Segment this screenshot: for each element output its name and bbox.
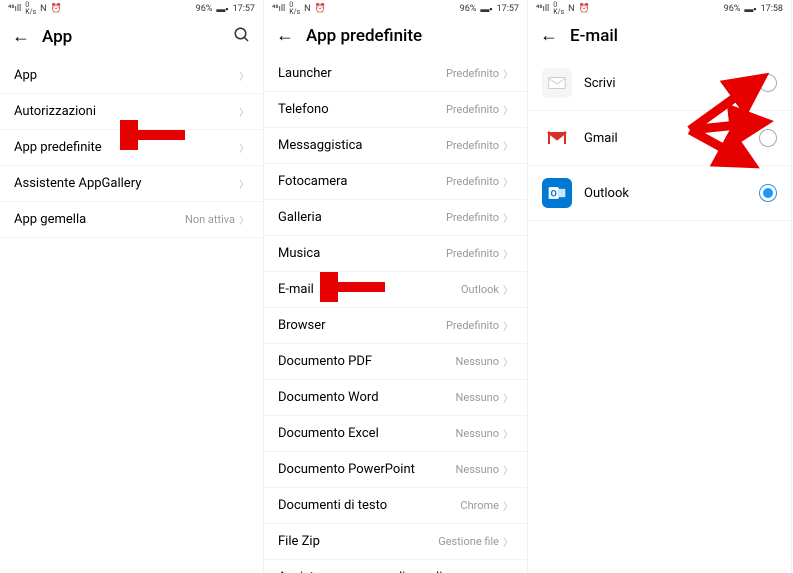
page-title: App	[42, 27, 221, 47]
status-bar: ⁴⁶ıll 0K/s N ⏰ 96% ▬▪ 17:58	[528, 0, 791, 18]
list-item-galleria[interactable]: GalleriaPredefinito〉	[264, 200, 527, 236]
clock: 17:57	[497, 4, 519, 14]
header: ← App predefinite	[264, 18, 527, 56]
signal-icon: ⁴⁶ıll	[536, 4, 549, 14]
chevron-right-icon: 〉	[503, 246, 513, 261]
chevron-right-icon: 〉	[239, 68, 249, 83]
list-item-assistente-appgallery[interactable]: Assistente AppGallery〉	[0, 166, 263, 202]
list-item-word[interactable]: Documento WordNessuno〉	[264, 380, 527, 416]
battery-percent: 96%	[196, 4, 213, 14]
chevron-right-icon: 〉	[503, 390, 513, 405]
annotation-arrow	[120, 120, 190, 150]
gmail-app-icon	[542, 123, 572, 153]
status-bar: ⁴⁶ıll 0K/s N ⏰ 96% ▬▪ 17:57	[0, 0, 263, 18]
list-item-launcher[interactable]: LauncherPredefinito〉	[264, 56, 527, 92]
clock: 17:57	[233, 4, 255, 14]
chevron-right-icon: 〉	[503, 210, 513, 225]
chevron-right-icon: 〉	[503, 138, 513, 153]
battery-icon: ▬▪	[480, 4, 492, 15]
list-item-powerpoint[interactable]: Documento PowerPointNessuno〉	[264, 452, 527, 488]
list-item-zip[interactable]: File ZipGestione file〉	[264, 524, 527, 560]
scrivi-app-icon	[542, 68, 572, 98]
page-title: E-mail	[570, 26, 779, 46]
battery-icon: ▬▪	[744, 4, 756, 15]
chevron-right-icon: 〉	[239, 104, 249, 119]
chevron-right-icon: 〉	[503, 318, 513, 333]
nfc-icon: N	[40, 4, 46, 14]
screen-default-apps: ⁴⁶ıll 0K/s N ⏰ 96% ▬▪ 17:57 ← App predef…	[264, 0, 528, 573]
list-item-excel[interactable]: Documento ExcelNessuno〉	[264, 416, 527, 452]
chevron-right-icon: 〉	[503, 426, 513, 441]
list-item-email[interactable]: E-mailOutlook〉	[264, 272, 527, 308]
header: ← E-mail	[528, 18, 791, 56]
chevron-right-icon: 〉	[239, 176, 249, 191]
battery-icon: ▬▪	[216, 4, 228, 15]
battery-percent: 96%	[460, 4, 477, 14]
alarm-icon: ⏰	[315, 4, 326, 14]
search-icon[interactable]	[233, 26, 251, 48]
list-item-app-gemella[interactable]: App gemellaNon attiva〉	[0, 202, 263, 238]
chevron-right-icon: 〉	[503, 102, 513, 117]
list-item-pdf[interactable]: Documento PDFNessuno〉	[264, 344, 527, 380]
list-item-app[interactable]: App〉	[0, 58, 263, 94]
list-item-fotocamera[interactable]: FotocameraPredefinito〉	[264, 164, 527, 200]
svg-text:O: O	[551, 189, 557, 199]
screen-app-settings: ⁴⁶ıll 0K/s N ⏰ 96% ▬▪ 17:57 ← App App〉 A…	[0, 0, 264, 573]
chevron-right-icon: 〉	[503, 282, 513, 297]
signal-icon: ⁴⁶ıll	[272, 4, 285, 14]
chevron-right-icon: 〉	[239, 212, 249, 227]
list-item-telefono[interactable]: TelefonoPredefinito〉	[264, 92, 527, 128]
list-item-testo[interactable]: Documenti di testoChrome〉	[264, 488, 527, 524]
chevron-right-icon: 〉	[503, 66, 513, 81]
nfc-icon: N	[568, 4, 574, 14]
page-title: App predefinite	[306, 26, 515, 46]
list-item-assistenza[interactable]: Assistenza e comandi vocali	[264, 560, 527, 573]
chevron-right-icon: 〉	[503, 534, 513, 549]
chevron-right-icon: 〉	[239, 140, 249, 155]
back-icon[interactable]: ←	[12, 28, 30, 46]
back-icon[interactable]: ←	[540, 27, 558, 45]
outlook-app-icon: O	[542, 178, 572, 208]
alarm-icon: ⏰	[51, 4, 62, 14]
back-icon[interactable]: ←	[276, 27, 294, 45]
chevron-right-icon: 〉	[503, 354, 513, 369]
status-bar: ⁴⁶ıll 0K/s N ⏰ 96% ▬▪ 17:57	[264, 0, 527, 18]
alarm-icon: ⏰	[579, 4, 590, 14]
battery-percent: 96%	[724, 4, 741, 14]
header: ← App	[0, 18, 263, 58]
signal-icon: ⁴⁶ıll	[8, 4, 21, 14]
default-apps-list: LauncherPredefinito〉 TelefonoPredefinito…	[264, 56, 527, 573]
chevron-right-icon: 〉	[503, 174, 513, 189]
list-item-messaggistica[interactable]: MessaggisticaPredefinito〉	[264, 128, 527, 164]
chevron-right-icon: 〉	[503, 498, 513, 513]
list-item-browser[interactable]: BrowserPredefinito〉	[264, 308, 527, 344]
list-item-musica[interactable]: MusicaPredefinito〉	[264, 236, 527, 272]
chevron-right-icon: 〉	[503, 462, 513, 477]
annotation-arrow	[320, 272, 390, 302]
nfc-icon: N	[304, 4, 310, 14]
clock: 17:58	[761, 4, 783, 14]
annotation-arrow-multi	[670, 60, 780, 190]
